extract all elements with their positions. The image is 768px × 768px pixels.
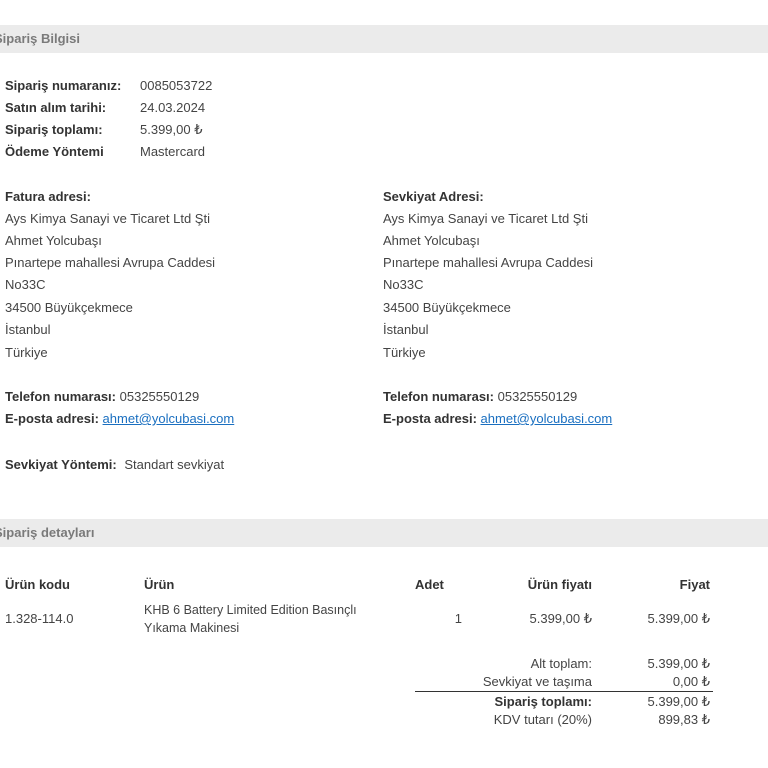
item-product-name: KHB 6 Battery Limited Edition Basınçlı: [144, 603, 357, 617]
item-price: 5.399,00 ₺: [647, 611, 711, 626]
order-info-heading: Sipariş Bilgisi: [0, 31, 80, 46]
item-unit-price: 5.399,00 ₺: [529, 611, 593, 626]
purchase-date-value: 24.03.2024: [140, 100, 206, 115]
payment-method-label: Ödeme Yöntemi: [5, 144, 104, 159]
order-number-label: Sipariş numaranız:: [5, 78, 122, 93]
shipping-address-line: No33C: [383, 277, 424, 292]
shipping-cost-label: Sevkiyat ve taşıma: [482, 674, 592, 689]
billing-email-link[interactable]: ahmet@yolcubasi.com: [103, 411, 235, 426]
billing-address-line: İstanbul: [5, 322, 51, 337]
subtotal-label: Alt toplam:: [530, 656, 592, 671]
purchase-date-label: Satın alım tarihi:: [5, 100, 107, 115]
order-total-value: 5.399,00 ₺: [140, 122, 203, 137]
shipping-address-line: Ahmet Yolcubaşı: [383, 233, 480, 248]
totals-divider: [415, 691, 713, 692]
shipping-phone: Telefon numarası: 05325550129: [383, 389, 577, 404]
order-number-value: 0085053722: [140, 78, 213, 93]
billing-phone-value: 05325550129: [119, 389, 200, 404]
shipping-address-line: Türkiye: [383, 345, 426, 360]
column-header-code: Ürün kodu: [5, 577, 70, 592]
item-product-name-cont: Yıkama Makinesi: [144, 621, 240, 635]
item-qty: 1: [454, 611, 462, 626]
billing-address-line: No33C: [5, 277, 46, 292]
shipping-method: Sevkiyat Yöntemi: Standart sevkiyat: [5, 457, 224, 472]
billing-address-line: Ays Kimya Sanayi ve Ticaret Ltd Şti: [5, 211, 210, 226]
column-header-price: Fiyat: [679, 577, 710, 592]
subtotal-value: 5.399,00 ₺: [647, 656, 711, 671]
item-code: 1.328-114.0: [5, 611, 74, 626]
shipping-phone-value: 05325550129: [497, 389, 578, 404]
billing-address-line: 34500 Büyükçekmece: [5, 300, 133, 315]
billing-phone: Telefon numarası: 05325550129: [5, 389, 199, 404]
order-info-header: Sipariş Bilgisi: [0, 25, 768, 53]
billing-email-label: E-posta adresi:: [5, 411, 99, 426]
order-details-heading: Sipariş detayları: [0, 525, 95, 540]
payment-method-value: Mastercard: [140, 144, 206, 159]
grand-total-value: 5.399,00 ₺: [647, 694, 711, 709]
billing-address-line: Pınartepe mahallesi Avrupa Caddesi: [5, 255, 216, 270]
shipping-method-label: Sevkiyat Yöntemi:: [5, 457, 117, 472]
billing-address-line: Ahmet Yolcubaşı: [5, 233, 102, 248]
shipping-email-link[interactable]: ahmet@yolcubasi.com: [481, 411, 613, 426]
vat-value: 899,83 ₺: [658, 712, 710, 727]
column-header-unit-price: Ürün fiyatı: [527, 577, 592, 592]
shipping-address-line: 34500 Büyükçekmece: [383, 300, 511, 315]
shipping-address-line: Pınartepe mahallesi Avrupa Caddesi: [383, 255, 594, 270]
shipping-address-line: Ays Kimya Sanayi ve Ticaret Ltd Şti: [383, 211, 588, 226]
order-details-header: Sipariş detayları: [0, 519, 768, 547]
shipping-method-value: Standart sevkiyat: [124, 457, 225, 472]
shipping-email: E-posta adresi: ahmet@yolcubasi.com: [383, 411, 612, 426]
shipping-address-line: İstanbul: [383, 322, 429, 337]
billing-email: E-posta adresi: ahmet@yolcubasi.com: [5, 411, 234, 426]
column-header-qty: Adet: [415, 577, 444, 592]
billing-address-title: Fatura adresi:: [5, 189, 91, 204]
shipping-address-title: Sevkiyat Adresi:: [383, 189, 484, 204]
grand-total-label: Sipariş toplamı:: [494, 694, 592, 709]
order-total-label: Sipariş toplamı:: [5, 122, 103, 137]
shipping-email-label: E-posta adresi:: [383, 411, 477, 426]
shipping-phone-label: Telefon numarası:: [383, 389, 495, 404]
billing-phone-label: Telefon numarası:: [5, 389, 117, 404]
column-header-product: Ürün: [144, 577, 175, 592]
billing-address-line: Türkiye: [5, 345, 48, 360]
vat-label: KDV tutarı (20%): [493, 712, 592, 727]
shipping-cost-value: 0,00 ₺: [672, 674, 710, 689]
